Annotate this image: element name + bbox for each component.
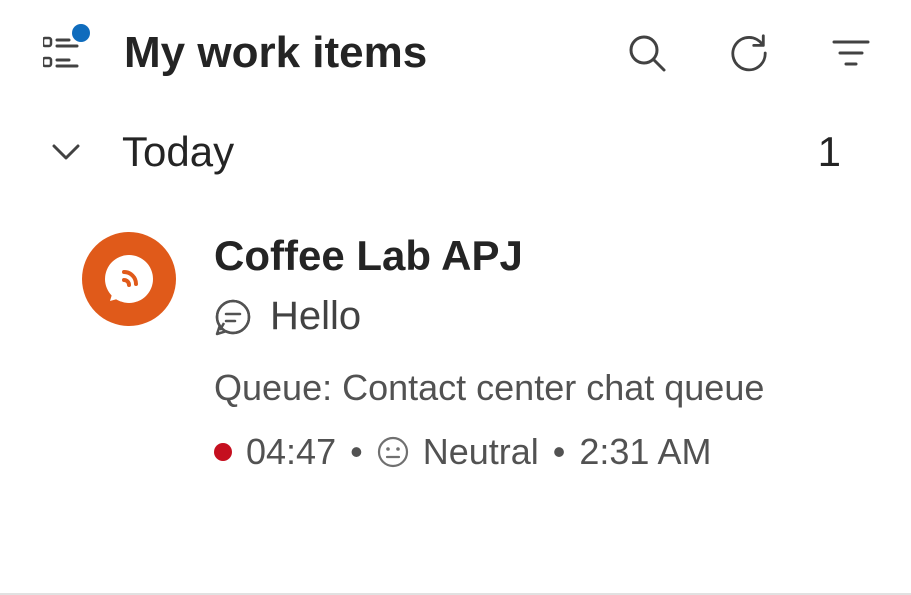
work-item-body: Coffee Lab APJ Hello Queue: Contact cent… xyxy=(214,232,871,473)
section-count: 1 xyxy=(818,128,841,176)
separator: • xyxy=(350,431,363,473)
work-item-title: Coffee Lab APJ xyxy=(214,232,871,280)
work-item-message-row: Hello xyxy=(214,294,871,339)
work-item-status: 04:47 • Neutral • 2:31 AM xyxy=(214,431,871,473)
panel-header: My work items xyxy=(0,0,911,96)
message-icon xyxy=(214,298,252,336)
timer-value: 04:47 xyxy=(246,431,336,473)
chevron-down-icon xyxy=(48,134,84,170)
work-item[interactable]: Coffee Lab APJ Hello Queue: Contact cent… xyxy=(0,198,911,503)
panel-title: My work items xyxy=(124,28,627,78)
search-icon xyxy=(627,33,667,73)
section-header-today[interactable]: Today 1 xyxy=(0,96,911,198)
avatar xyxy=(82,232,176,326)
section-label: Today xyxy=(122,128,818,176)
work-item-queue: Queue: Contact center chat queue xyxy=(214,367,871,409)
search-button[interactable] xyxy=(627,33,667,73)
chat-avatar-icon xyxy=(102,252,156,306)
sentiment-label: Neutral xyxy=(423,431,539,473)
neutral-face-icon xyxy=(377,436,409,468)
filter-icon xyxy=(832,38,870,68)
header-actions xyxy=(627,33,871,73)
notification-dot xyxy=(72,24,90,42)
separator: • xyxy=(553,431,566,473)
refresh-button[interactable] xyxy=(729,33,769,73)
work-item-message: Hello xyxy=(270,294,361,339)
status-dot-icon xyxy=(214,443,232,461)
timestamp: 2:31 AM xyxy=(579,431,711,473)
filter-button[interactable] xyxy=(831,33,871,73)
refresh-icon xyxy=(729,32,769,74)
work-items-view-icon[interactable] xyxy=(40,30,86,76)
